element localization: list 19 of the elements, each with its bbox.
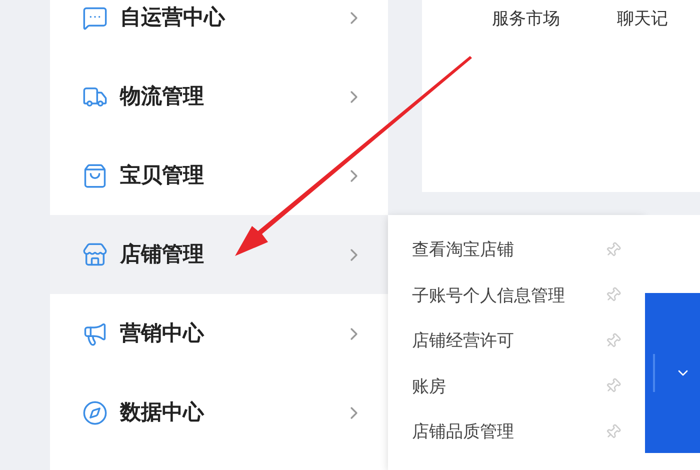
- chat-bubble-icon: [82, 4, 108, 30]
- menu-label: 营销中心: [120, 320, 204, 347]
- megaphone-icon: [82, 320, 108, 346]
- submenu-item[interactable]: 子账号个人信息管理: [412, 282, 565, 308]
- submenu-item[interactable]: 账房: [412, 374, 446, 399]
- menu-label: 数据中心: [120, 400, 204, 426]
- submenu-item[interactable]: 店铺经营许可: [412, 328, 514, 354]
- shopping-bag-icon: [82, 162, 108, 188]
- submenu-item[interactable]: 店铺品质管理: [412, 419, 514, 444]
- top-link[interactable]: 服务市场: [492, 6, 560, 32]
- menu-label: 自运营中心: [120, 4, 225, 31]
- menu-label: 店铺管理: [120, 242, 204, 268]
- submenu-item[interactable]: 查看淘宝店铺: [412, 237, 514, 262]
- menu-label: 物流管理: [120, 84, 204, 110]
- compass-icon: [82, 400, 108, 426]
- top-link[interactable]: 聊天记: [617, 6, 668, 32]
- store-icon: [82, 242, 108, 268]
- menu-label: 宝贝管理: [120, 162, 204, 189]
- sidebar-item[interactable]: 店铺管理: [50, 215, 388, 294]
